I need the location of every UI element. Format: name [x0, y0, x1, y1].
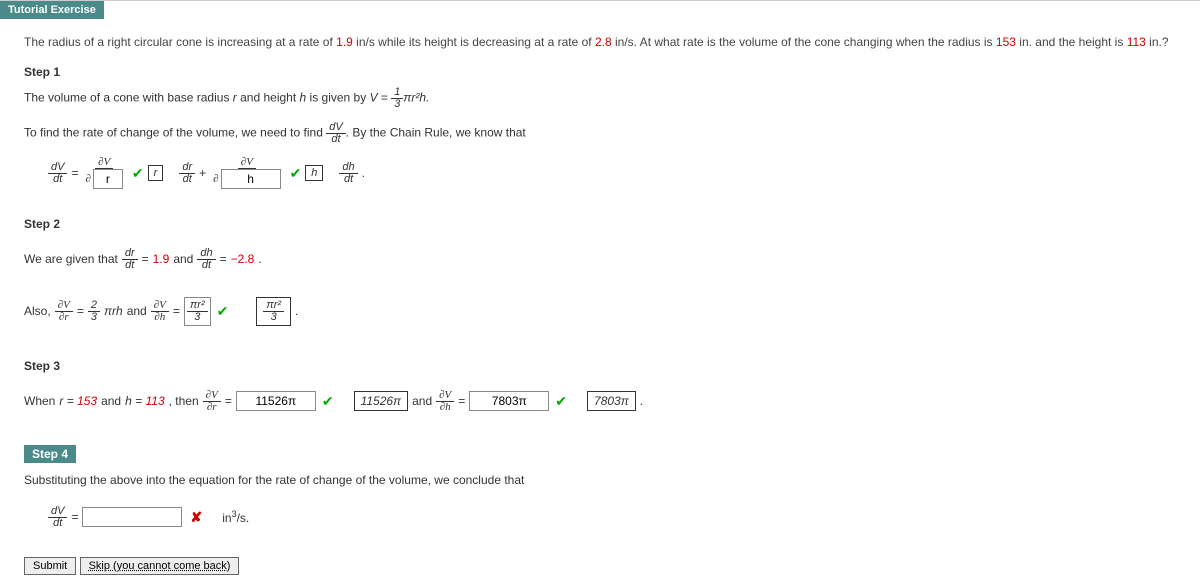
s1-dvdt2: dVdt: [48, 162, 67, 185]
s1-l1a: The volume of a cone with base radius: [24, 91, 233, 105]
step1-line2: To find the rate of change of the volume…: [24, 122, 1184, 145]
q-rate1: 1.9: [336, 35, 353, 49]
content: The radius of a right circular cone is i…: [0, 19, 1200, 583]
check-icon: ✔: [132, 165, 144, 182]
s1-pr-sym: ∂: [85, 174, 90, 185]
s1-rest: πr²h.: [403, 91, 429, 105]
submit-button[interactable]: Submit: [24, 557, 76, 575]
q-end: in.?: [1146, 35, 1169, 49]
check-icon: ✔: [217, 303, 229, 320]
s1-l1b: and height: [237, 91, 300, 105]
exercise-container: Tutorial Exercise The radius of a right …: [0, 0, 1200, 583]
s3-then: , then: [169, 394, 199, 408]
step1-title: Step 1: [24, 65, 1184, 79]
s3-pvpr: ∂V∂r: [203, 390, 221, 413]
s1-plus: +: [199, 166, 206, 180]
check-icon: ✔: [555, 393, 567, 410]
q-mid1: in/s while its height is decreasing at a…: [353, 35, 595, 49]
s1-box-r: r: [148, 165, 164, 181]
s2-pirh: πrh: [104, 304, 123, 318]
s2-and: and: [173, 252, 193, 266]
s2-drdt: drdt: [122, 248, 138, 271]
s1-dvdt: dVdt: [326, 122, 345, 145]
step1-line1: The volume of a cone with base radius r …: [24, 87, 1184, 110]
s2-pvpr: ∂V∂r: [55, 300, 73, 323]
s3-eq1: =: [225, 394, 232, 408]
s3-ans1: 11526π: [354, 391, 409, 411]
check-icon: ✔: [290, 165, 302, 182]
step1-chain-rule: dVdt = ∂V ∂ ✔ r drdt + ∂V ∂ ✔ h dhdt .: [48, 153, 1184, 193]
s3-pvph: ∂V∂h: [436, 390, 454, 413]
s4-dvdt: dVdt: [48, 506, 67, 529]
q-mid2: in/s. At what rate is the volume of the …: [612, 35, 996, 49]
step2-also: Also, ∂V∂r = 23πrh and ∂V∂h = πr² 3 ✔ πr…: [24, 291, 1184, 331]
s3-when: When: [24, 394, 55, 408]
s1-frac: 13: [391, 87, 403, 110]
s1-drdt: drdt: [179, 162, 195, 185]
s2-and2: and: [127, 304, 147, 318]
step2-given: We are given that drdt = 1.9 and dhdt = …: [24, 239, 1184, 279]
s2-v1: 1.9: [153, 252, 170, 266]
s2-in-top[interactable]: πr²: [190, 299, 205, 311]
step3-row: When r = 153 and h = 113 , then ∂V∂r = ✔…: [24, 381, 1184, 421]
s1-l2a: To find the rate of change of the volume…: [24, 126, 326, 140]
step4-title: Step 4: [24, 445, 76, 463]
s1-l2b: . By the Chain Rule, we know that: [346, 126, 526, 140]
step4-line: Substituting the above into the equation…: [24, 473, 1184, 487]
s2-in-bot[interactable]: 3: [194, 311, 200, 323]
s3-eq2: =: [458, 394, 465, 408]
s1-pvph: ∂V ∂: [210, 157, 283, 189]
question-text: The radius of a right circular cone is i…: [24, 35, 1184, 49]
q-rate2: 2.8: [595, 35, 612, 49]
q-height: 113: [1127, 35, 1146, 49]
s3-and2: and: [412, 394, 432, 408]
step2-title: Step 2: [24, 217, 1184, 231]
s2-also-txt: Also,: [24, 304, 51, 318]
check-icon: ✔: [322, 393, 334, 410]
step1-input-partial-r[interactable]: [93, 169, 123, 189]
skip-button[interactable]: Skip (you cannot come back): [80, 557, 240, 575]
step3-title: Step 3: [24, 359, 1184, 373]
q-mid3: in. and the height is: [1016, 35, 1127, 49]
s2-boxed-ans: πr²3: [256, 297, 291, 326]
cross-icon: ✘: [190, 509, 202, 526]
s2-pvph: ∂V∂h: [151, 300, 169, 323]
s3-and1: and: [101, 394, 121, 408]
step4-block: Step 4: [24, 445, 1184, 463]
s1-box-h: h: [305, 165, 323, 181]
button-row: Submit Skip (you cannot come back): [24, 557, 1184, 575]
q-pre: The radius of a right circular cone is i…: [24, 35, 336, 49]
q-radius: 153: [996, 35, 1016, 49]
s2-23: 23: [88, 300, 100, 323]
step4-input-dvdt[interactable]: [82, 507, 182, 527]
s1-pvpr: ∂V ∂: [82, 157, 125, 189]
s4-units: in3/s.: [222, 509, 249, 525]
s2-dhdt: dhdt: [197, 248, 215, 271]
s1-dhdt: dhdt: [339, 162, 357, 185]
step3-input-pvph[interactable]: [469, 391, 549, 411]
s1-ph-sym: ∂: [213, 174, 218, 185]
s2-ga: We are given that: [24, 252, 118, 266]
step3-input-pvpr[interactable]: [236, 391, 316, 411]
s2-v2: −2.8: [231, 252, 255, 266]
step1-input-partial-h[interactable]: [221, 169, 281, 189]
s1-l1c: is given by: [306, 91, 369, 105]
section-header: Tutorial Exercise: [0, 1, 104, 19]
step4-row: dVdt = ✘ in3/s.: [48, 497, 1184, 537]
step2-input-frac: πr² 3: [184, 297, 211, 326]
s3-ans2: 7803π: [587, 391, 636, 411]
